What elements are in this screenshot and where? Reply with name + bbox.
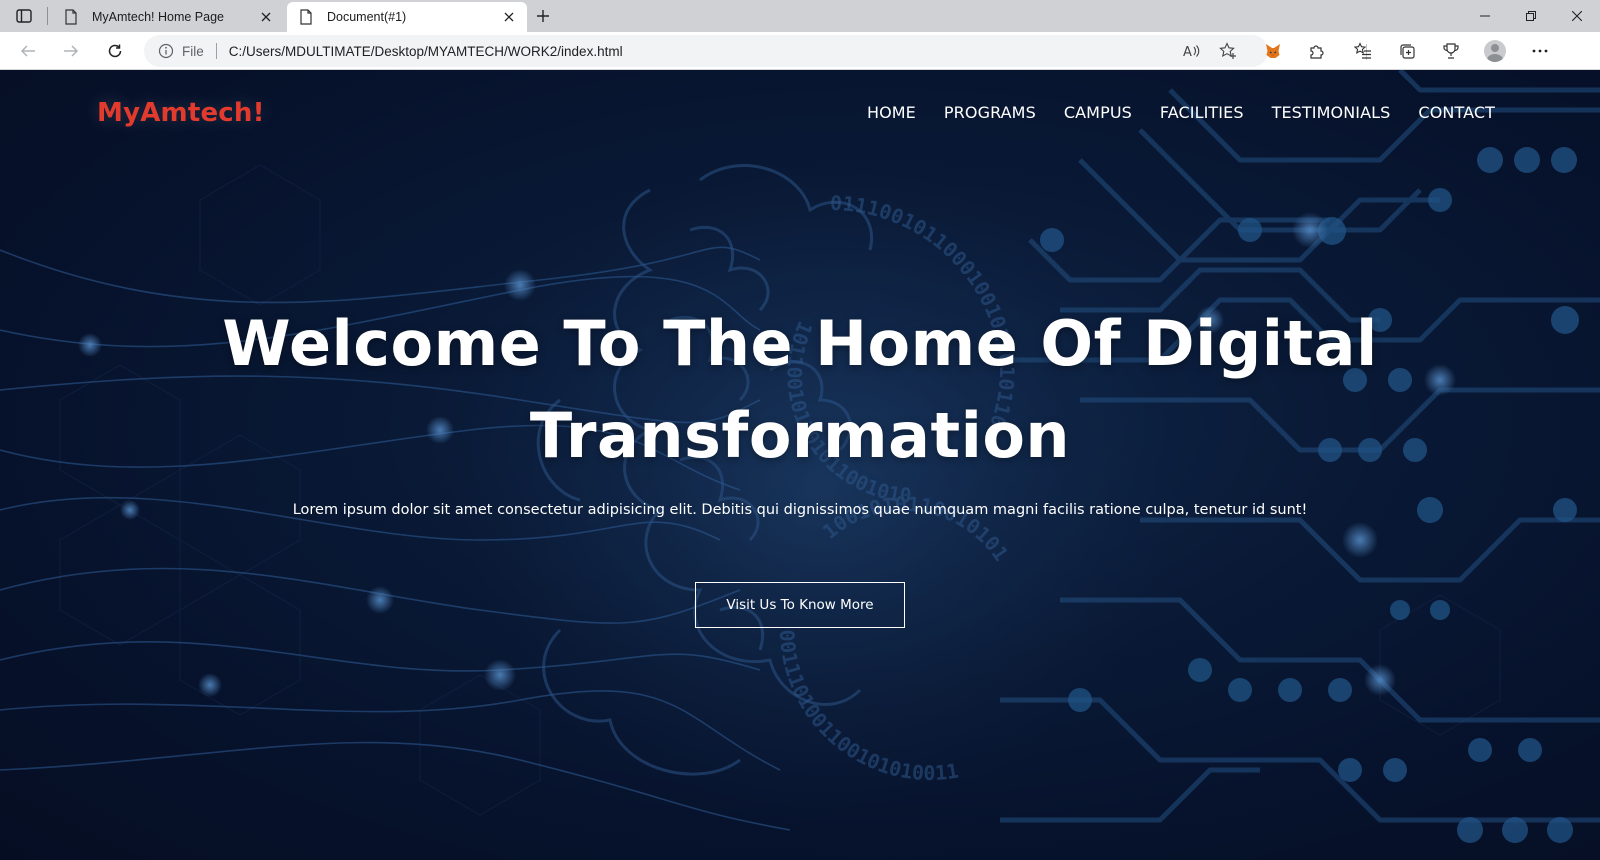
puzzle-icon[interactable]	[1302, 37, 1332, 65]
page-viewport: 01110010110001001011010110 1011001011010…	[0, 70, 1600, 860]
browser-address-bar: File C:/Users/MDULTIMATE/Desktop/MYAMTEC…	[0, 32, 1600, 70]
tab-title: MyAmtech! Home Page	[92, 10, 224, 24]
scheme-label: File	[182, 43, 204, 59]
document-icon	[300, 9, 312, 25]
plus-icon[interactable]	[530, 4, 556, 28]
close-tab-icon[interactable]	[258, 9, 274, 25]
tab-document[interactable]: Document(#1)	[287, 2, 527, 32]
nav-item-programs[interactable]: PROGRAMS	[944, 103, 1036, 122]
nav-item-home[interactable]: HOME	[867, 103, 916, 122]
hero-title-line-2: Transformation	[529, 399, 1071, 472]
ellipsis-icon[interactable]	[1525, 37, 1555, 65]
forward-arrow-icon[interactable]	[56, 37, 86, 65]
favorites-list-icon[interactable]	[1348, 37, 1378, 65]
refresh-icon[interactable]	[100, 37, 130, 65]
fox-icon[interactable]	[1258, 37, 1288, 65]
address-input[interactable]: File C:/Users/MDULTIMATE/Desktop/MYAMTEC…	[144, 35, 1268, 67]
nav-item-campus[interactable]: CAMPUS	[1064, 103, 1132, 122]
back-arrow-icon[interactable]	[13, 37, 43, 65]
avatar-icon[interactable]	[1480, 37, 1510, 65]
tab-title: Document(#1)	[327, 10, 407, 24]
hero-title-line-1: Welcome To The Home Of Digital	[222, 307, 1378, 380]
read-aloud-icon[interactable]: A	[1180, 39, 1204, 63]
star-plus-icon[interactable]	[1216, 39, 1240, 63]
nav-item-contact[interactable]: CONTACT	[1418, 103, 1495, 122]
hero-subtitle: Lorem ipsum dolor sit amet consectetur a…	[292, 502, 1308, 518]
svg-text:A: A	[1183, 45, 1192, 59]
site-logo[interactable]: MyAmtech!	[97, 98, 265, 128]
browser-tab-bar: MyAmtech! Home Page Document(#1)	[0, 0, 1600, 32]
visit-us-button[interactable]: Visit Us To Know More	[695, 582, 905, 628]
info-icon[interactable]	[158, 43, 174, 59]
tab-separator	[47, 7, 48, 25]
close-icon[interactable]	[1554, 0, 1600, 32]
close-tab-icon[interactable]	[501, 9, 517, 25]
minimize-icon[interactable]	[1462, 0, 1508, 32]
document-icon	[65, 9, 77, 25]
tab-myamtech-home[interactable]: MyAmtech! Home Page	[52, 2, 284, 32]
restore-icon[interactable]	[1508, 0, 1554, 32]
collections-icon[interactable]	[1392, 37, 1422, 65]
main-nav: HOME PROGRAMS CAMPUS FACILITIES TESTIMON…	[867, 103, 1495, 122]
avatar	[1484, 40, 1506, 62]
tab-actions-icon[interactable]	[10, 4, 38, 28]
nav-item-facilities[interactable]: FACILITIES	[1160, 103, 1244, 122]
nav-item-testimonials[interactable]: TESTIMONIALS	[1272, 103, 1391, 122]
trophy-icon[interactable]	[1436, 37, 1466, 65]
omnibox-divider	[215, 43, 217, 59]
hero-title: Welcome To The Home Of Digital Transform…	[200, 298, 1400, 482]
url-text: C:/Users/MDULTIMATE/Desktop/MYAMTECH/WOR…	[228, 43, 623, 59]
